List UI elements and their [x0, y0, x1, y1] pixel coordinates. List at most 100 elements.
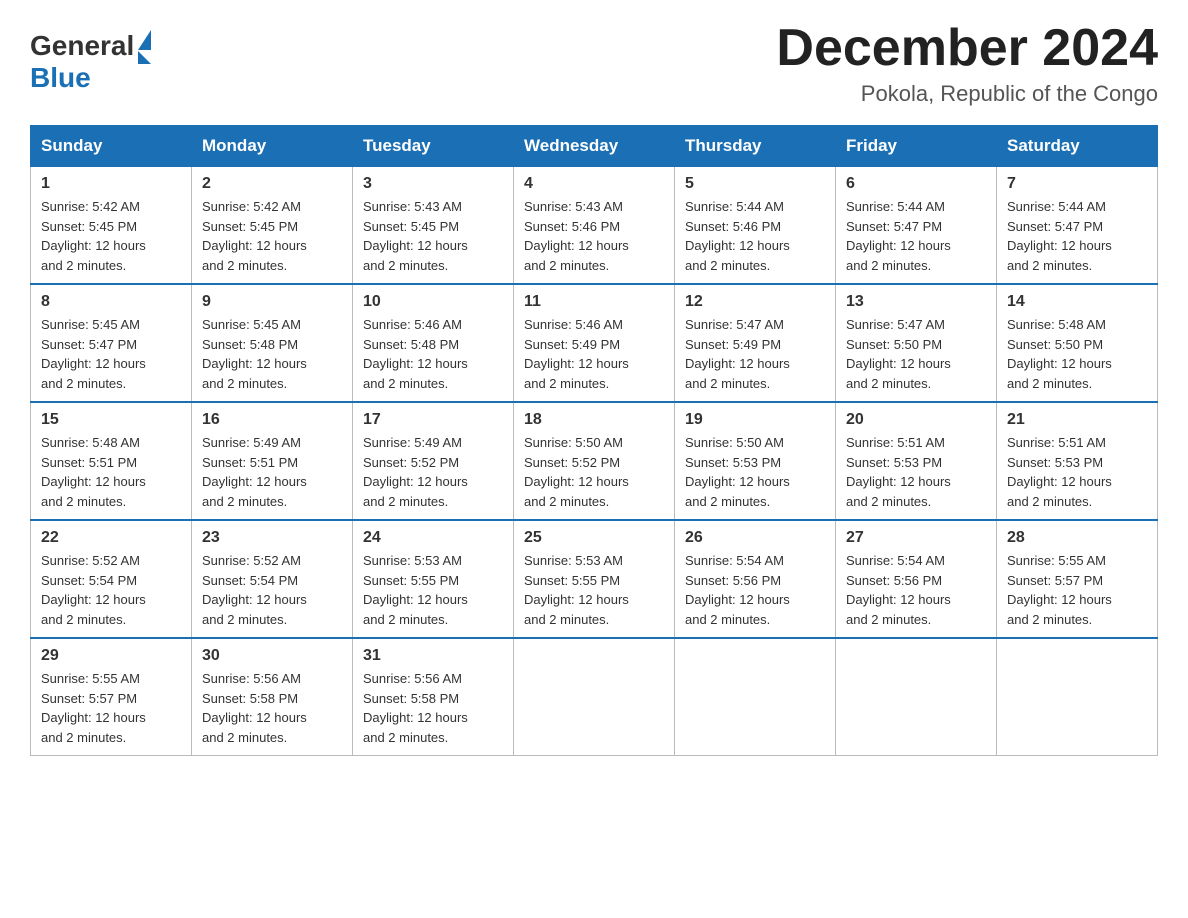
day-info: Sunrise: 5:56 AMSunset: 5:58 PMDaylight:… — [202, 671, 307, 745]
day-number: 10 — [363, 293, 503, 311]
page-header: General Blue December 2024 Pokola, Repub… — [30, 20, 1158, 107]
day-info: Sunrise: 5:53 AMSunset: 5:55 PMDaylight:… — [524, 553, 629, 627]
calendar-cell: 22 Sunrise: 5:52 AMSunset: 5:54 PMDaylig… — [31, 520, 192, 638]
calendar-table: SundayMondayTuesdayWednesdayThursdayFrid… — [30, 125, 1158, 756]
day-info: Sunrise: 5:45 AMSunset: 5:48 PMDaylight:… — [202, 317, 307, 391]
calendar-cell: 6 Sunrise: 5:44 AMSunset: 5:47 PMDayligh… — [836, 167, 997, 285]
day-number: 8 — [41, 293, 181, 311]
day-number: 1 — [41, 175, 181, 193]
logo-blue: Blue — [30, 64, 91, 92]
day-number: 17 — [363, 411, 503, 429]
calendar-cell — [514, 638, 675, 756]
day-info: Sunrise: 5:44 AMSunset: 5:46 PMDaylight:… — [685, 199, 790, 273]
calendar-cell: 19 Sunrise: 5:50 AMSunset: 5:53 PMDaylig… — [675, 402, 836, 520]
calendar-cell: 14 Sunrise: 5:48 AMSunset: 5:50 PMDaylig… — [997, 284, 1158, 402]
calendar-cell: 11 Sunrise: 5:46 AMSunset: 5:49 PMDaylig… — [514, 284, 675, 402]
calendar-cell: 15 Sunrise: 5:48 AMSunset: 5:51 PMDaylig… — [31, 402, 192, 520]
day-info: Sunrise: 5:47 AMSunset: 5:50 PMDaylight:… — [846, 317, 951, 391]
calendar-cell: 18 Sunrise: 5:50 AMSunset: 5:52 PMDaylig… — [514, 402, 675, 520]
day-number: 24 — [363, 529, 503, 547]
calendar-cell: 23 Sunrise: 5:52 AMSunset: 5:54 PMDaylig… — [192, 520, 353, 638]
day-info: Sunrise: 5:55 AMSunset: 5:57 PMDaylight:… — [41, 671, 146, 745]
logo: General Blue — [30, 28, 151, 92]
day-number: 18 — [524, 411, 664, 429]
day-number: 15 — [41, 411, 181, 429]
day-number: 31 — [363, 647, 503, 665]
calendar-cell: 7 Sunrise: 5:44 AMSunset: 5:47 PMDayligh… — [997, 167, 1158, 285]
day-info: Sunrise: 5:45 AMSunset: 5:47 PMDaylight:… — [41, 317, 146, 391]
week-row-5: 29 Sunrise: 5:55 AMSunset: 5:57 PMDaylig… — [31, 638, 1158, 756]
day-number: 22 — [41, 529, 181, 547]
day-number: 6 — [846, 175, 986, 193]
col-header-wednesday: Wednesday — [514, 126, 675, 167]
day-info: Sunrise: 5:51 AMSunset: 5:53 PMDaylight:… — [1007, 435, 1112, 509]
col-header-monday: Monday — [192, 126, 353, 167]
day-info: Sunrise: 5:54 AMSunset: 5:56 PMDaylight:… — [846, 553, 951, 627]
day-info: Sunrise: 5:43 AMSunset: 5:45 PMDaylight:… — [363, 199, 468, 273]
day-info: Sunrise: 5:44 AMSunset: 5:47 PMDaylight:… — [1007, 199, 1112, 273]
day-info: Sunrise: 5:42 AMSunset: 5:45 PMDaylight:… — [41, 199, 146, 273]
day-number: 28 — [1007, 529, 1147, 547]
calendar-cell: 25 Sunrise: 5:53 AMSunset: 5:55 PMDaylig… — [514, 520, 675, 638]
day-info: Sunrise: 5:42 AMSunset: 5:45 PMDaylight:… — [202, 199, 307, 273]
calendar-header-row: SundayMondayTuesdayWednesdayThursdayFrid… — [31, 126, 1158, 167]
calendar-cell: 16 Sunrise: 5:49 AMSunset: 5:51 PMDaylig… — [192, 402, 353, 520]
day-info: Sunrise: 5:48 AMSunset: 5:51 PMDaylight:… — [41, 435, 146, 509]
calendar-cell: 10 Sunrise: 5:46 AMSunset: 5:48 PMDaylig… — [353, 284, 514, 402]
day-info: Sunrise: 5:52 AMSunset: 5:54 PMDaylight:… — [202, 553, 307, 627]
day-info: Sunrise: 5:44 AMSunset: 5:47 PMDaylight:… — [846, 199, 951, 273]
day-info: Sunrise: 5:52 AMSunset: 5:54 PMDaylight:… — [41, 553, 146, 627]
day-number: 25 — [524, 529, 664, 547]
day-number: 2 — [202, 175, 342, 193]
month-title: December 2024 — [776, 20, 1158, 77]
calendar-cell: 29 Sunrise: 5:55 AMSunset: 5:57 PMDaylig… — [31, 638, 192, 756]
day-info: Sunrise: 5:48 AMSunset: 5:50 PMDaylight:… — [1007, 317, 1112, 391]
location-title: Pokola, Republic of the Congo — [776, 81, 1158, 107]
calendar-cell: 5 Sunrise: 5:44 AMSunset: 5:46 PMDayligh… — [675, 167, 836, 285]
day-number: 23 — [202, 529, 342, 547]
week-row-1: 1 Sunrise: 5:42 AMSunset: 5:45 PMDayligh… — [31, 167, 1158, 285]
col-header-thursday: Thursday — [675, 126, 836, 167]
day-info: Sunrise: 5:50 AMSunset: 5:53 PMDaylight:… — [685, 435, 790, 509]
col-header-friday: Friday — [836, 126, 997, 167]
day-info: Sunrise: 5:51 AMSunset: 5:53 PMDaylight:… — [846, 435, 951, 509]
day-number: 11 — [524, 293, 664, 311]
day-number: 30 — [202, 647, 342, 665]
calendar-cell: 12 Sunrise: 5:47 AMSunset: 5:49 PMDaylig… — [675, 284, 836, 402]
calendar-cell: 28 Sunrise: 5:55 AMSunset: 5:57 PMDaylig… — [997, 520, 1158, 638]
day-info: Sunrise: 5:47 AMSunset: 5:49 PMDaylight:… — [685, 317, 790, 391]
day-number: 3 — [363, 175, 503, 193]
calendar-cell: 4 Sunrise: 5:43 AMSunset: 5:46 PMDayligh… — [514, 167, 675, 285]
calendar-cell: 26 Sunrise: 5:54 AMSunset: 5:56 PMDaylig… — [675, 520, 836, 638]
day-number: 14 — [1007, 293, 1147, 311]
col-header-sunday: Sunday — [31, 126, 192, 167]
day-info: Sunrise: 5:54 AMSunset: 5:56 PMDaylight:… — [685, 553, 790, 627]
calendar-cell: 9 Sunrise: 5:45 AMSunset: 5:48 PMDayligh… — [192, 284, 353, 402]
day-info: Sunrise: 5:56 AMSunset: 5:58 PMDaylight:… — [363, 671, 468, 745]
day-number: 9 — [202, 293, 342, 311]
calendar-cell: 20 Sunrise: 5:51 AMSunset: 5:53 PMDaylig… — [836, 402, 997, 520]
day-number: 21 — [1007, 411, 1147, 429]
day-info: Sunrise: 5:49 AMSunset: 5:52 PMDaylight:… — [363, 435, 468, 509]
calendar-cell: 1 Sunrise: 5:42 AMSunset: 5:45 PMDayligh… — [31, 167, 192, 285]
day-number: 4 — [524, 175, 664, 193]
day-info: Sunrise: 5:46 AMSunset: 5:48 PMDaylight:… — [363, 317, 468, 391]
day-number: 29 — [41, 647, 181, 665]
day-info: Sunrise: 5:53 AMSunset: 5:55 PMDaylight:… — [363, 553, 468, 627]
day-number: 13 — [846, 293, 986, 311]
day-number: 27 — [846, 529, 986, 547]
calendar-cell: 31 Sunrise: 5:56 AMSunset: 5:58 PMDaylig… — [353, 638, 514, 756]
day-info: Sunrise: 5:43 AMSunset: 5:46 PMDaylight:… — [524, 199, 629, 273]
day-number: 7 — [1007, 175, 1147, 193]
day-number: 20 — [846, 411, 986, 429]
calendar-cell — [997, 638, 1158, 756]
day-info: Sunrise: 5:55 AMSunset: 5:57 PMDaylight:… — [1007, 553, 1112, 627]
calendar-cell — [675, 638, 836, 756]
day-info: Sunrise: 5:46 AMSunset: 5:49 PMDaylight:… — [524, 317, 629, 391]
calendar-cell: 2 Sunrise: 5:42 AMSunset: 5:45 PMDayligh… — [192, 167, 353, 285]
day-number: 16 — [202, 411, 342, 429]
day-info: Sunrise: 5:50 AMSunset: 5:52 PMDaylight:… — [524, 435, 629, 509]
calendar-cell: 13 Sunrise: 5:47 AMSunset: 5:50 PMDaylig… — [836, 284, 997, 402]
col-header-saturday: Saturday — [997, 126, 1158, 167]
calendar-cell: 21 Sunrise: 5:51 AMSunset: 5:53 PMDaylig… — [997, 402, 1158, 520]
